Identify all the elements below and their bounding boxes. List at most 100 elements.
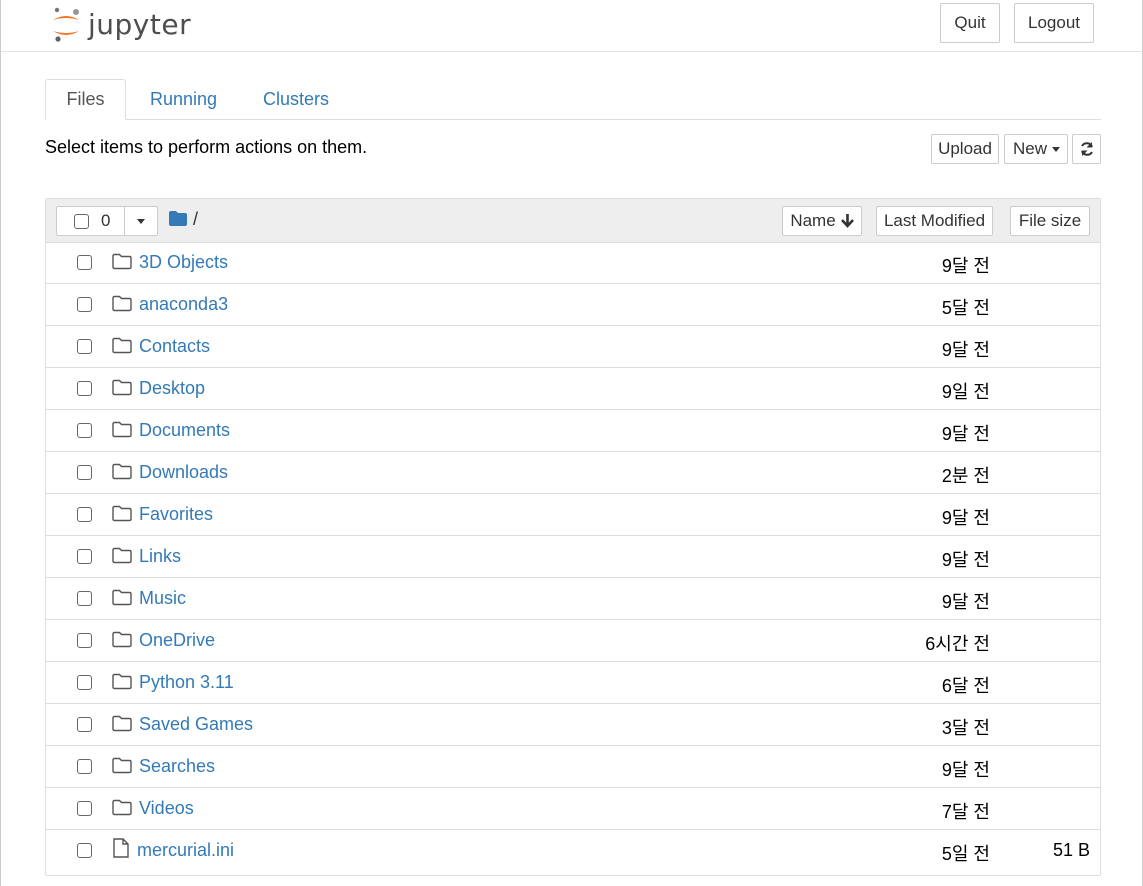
item-file-size: 51 B [1052,840,1090,860]
folder-icon [112,337,132,355]
item-name-link[interactable]: Saved Games [139,714,253,735]
item-name-link[interactable]: Favorites [139,504,213,525]
folder-icon [112,253,132,271]
file-list-row[interactable]: Music 9달 전 [46,578,1100,620]
row-checkbox[interactable] [77,759,92,774]
logout-button[interactable]: Logout [1014,3,1094,43]
select-all-checkbox[interactable] [74,214,89,229]
logo-text: jupyter [88,7,192,41]
item-last-modified: 6시간 전 [925,634,990,654]
row-checkbox[interactable] [77,843,92,858]
item-last-modified: 6달 전 [941,676,990,696]
item-name-link[interactable]: OneDrive [139,630,215,651]
item-last-modified: 5일 전 [941,844,990,864]
folder-icon [112,421,132,439]
item-name-link[interactable]: anaconda3 [139,294,228,315]
selected-count: 0 [101,211,111,230]
item-last-modified: 7달 전 [941,802,990,822]
item-name-link[interactable]: Documents [139,420,230,441]
folder-icon [112,631,132,649]
file-list-row[interactable]: Links 9달 전 [46,536,1100,578]
item-name-link[interactable]: mercurial.ini [137,840,234,861]
item-name-link[interactable]: Videos [139,798,194,819]
file-list-row[interactable]: Documents 9달 전 [46,410,1100,452]
item-last-modified: 2분 전 [941,466,990,486]
item-name-link[interactable]: 3D Objects [139,252,228,273]
row-checkbox[interactable] [77,801,92,816]
folder-icon [112,295,132,313]
sort-by-name-button[interactable]: Name [782,206,862,236]
item-last-modified: 9일 전 [941,382,990,402]
new-dropdown-button[interactable]: New [1004,134,1068,164]
row-checkbox[interactable] [77,633,92,648]
caret-down-icon [1052,146,1061,152]
jupyter-logo-icon [53,7,79,42]
item-last-modified: 9달 전 [941,256,990,276]
file-list-row[interactable]: Downloads 2분 전 [46,452,1100,494]
caret-down-icon [137,219,145,224]
file-list-header: 0 / Name Last Modified File size [46,199,1100,243]
select-all-group: 0 [56,206,158,236]
item-name-link[interactable]: Links [139,546,181,567]
selection-dropdown-button[interactable] [124,207,159,235]
row-checkbox[interactable] [77,297,92,312]
item-last-modified: 3달 전 [941,718,990,738]
file-list-row[interactable]: Saved Games 3달 전 [46,704,1100,746]
quit-button[interactable]: Quit [940,3,1000,43]
row-checkbox[interactable] [77,549,92,564]
sort-by-size-button[interactable]: File size [1010,206,1090,236]
upload-button[interactable]: Upload [931,134,999,164]
row-checkbox[interactable] [77,507,92,522]
file-list: 0 / Name Last Modified File size 3D Obje… [45,198,1101,876]
jupyter-logo[interactable]: jupyter [49,4,191,44]
item-last-modified: 9달 전 [941,424,990,444]
item-last-modified: 9달 전 [941,592,990,612]
item-last-modified: 9달 전 [941,550,990,570]
item-name-link[interactable]: Desktop [139,378,205,399]
folder-icon [169,211,187,226]
selection-hint: Select items to perform actions on them. [45,137,368,157]
item-name-link[interactable]: Searches [139,756,215,777]
file-list-row[interactable]: Desktop 9일 전 [46,368,1100,410]
arrow-down-icon [840,214,854,228]
folder-icon [112,673,132,691]
row-checkbox[interactable] [77,381,92,396]
row-checkbox[interactable] [77,675,92,690]
file-list-row[interactable]: 3D Objects 9달 전 [46,242,1100,284]
breadcrumb-root[interactable]: / [193,209,198,230]
tab-running[interactable]: Running [135,79,232,119]
row-checkbox[interactable] [77,465,92,480]
folder-icon [112,589,132,607]
sort-by-modified-button[interactable]: Last Modified [876,206,993,236]
item-last-modified: 9달 전 [941,340,990,360]
folder-icon [112,757,132,775]
tab-files[interactable]: Files [45,79,126,120]
item-name-link[interactable]: Music [139,588,186,609]
file-list-row[interactable]: Searches 9달 전 [46,746,1100,788]
item-name-link[interactable]: Downloads [139,462,228,483]
item-last-modified: 9달 전 [941,508,990,528]
tab-clusters[interactable]: Clusters [245,79,347,119]
folder-icon [112,505,132,523]
file-list-row[interactable]: OneDrive 6시간 전 [46,620,1100,662]
refresh-button[interactable] [1072,134,1101,164]
item-name-link[interactable]: Contacts [139,336,210,357]
file-list-row[interactable]: Contacts 9달 전 [46,326,1100,368]
file-list-row[interactable]: Python 3.11 6달 전 [46,662,1100,704]
file-list-row[interactable]: mercurial.ini 5일 전 51 B [46,830,1100,872]
folder-icon [112,547,132,565]
file-list-row[interactable]: anaconda3 5달 전 [46,284,1100,326]
row-checkbox[interactable] [77,339,92,354]
row-checkbox[interactable] [77,255,92,270]
row-checkbox[interactable] [77,423,92,438]
item-last-modified: 9달 전 [941,760,990,780]
sort-name-label: Name [790,211,836,230]
file-list-row[interactable]: Videos 7달 전 [46,788,1100,830]
row-checkbox[interactable] [77,717,92,732]
file-list-row[interactable]: Favorites 9달 전 [46,494,1100,536]
row-checkbox[interactable] [77,591,92,606]
folder-icon [112,463,132,481]
item-name-link[interactable]: Python 3.11 [139,672,234,693]
tab-bar: Files Running Clusters [45,79,1101,120]
new-button-label: New [1013,139,1048,158]
